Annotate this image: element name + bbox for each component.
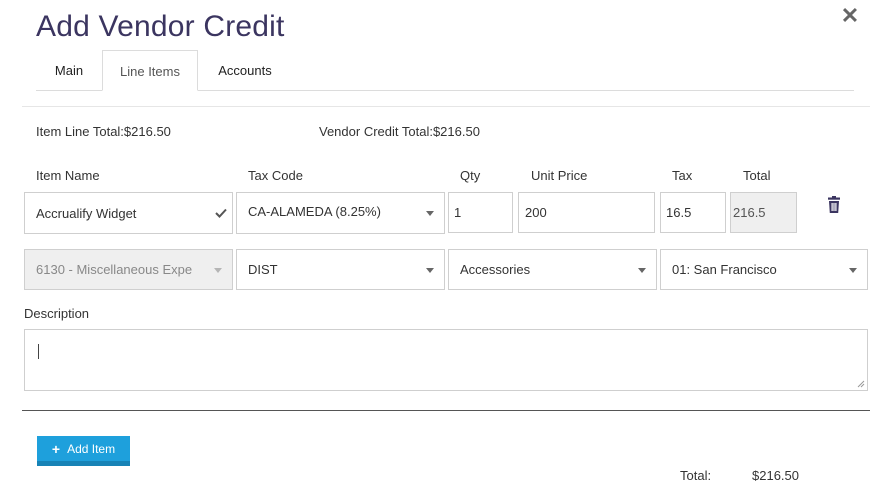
column-item-name: Item Name (36, 168, 100, 183)
resize-grip-icon[interactable] (857, 380, 865, 388)
chevron-down-icon (426, 211, 434, 216)
column-tax-code: Tax Code (248, 168, 303, 183)
check-icon (210, 193, 232, 233)
department-value: DIST (248, 262, 278, 277)
tax-value: 16.5 (666, 205, 692, 220)
chevron-down-icon (214, 267, 222, 273)
tax-code-select[interactable]: CA-ALAMEDA (8.25%) (236, 192, 445, 234)
total-field: 216.5 (730, 192, 797, 233)
vendor-credit-total: Vendor Credit Total:$216.50 (319, 124, 480, 139)
column-unit-price: Unit Price (531, 168, 588, 183)
add-item-label: Add Item (67, 441, 116, 456)
plus-icon: + (51, 440, 61, 457)
dialog-title: Add Vendor Credit (36, 10, 285, 43)
item-name-value: Accrualify Widget (36, 205, 137, 221)
footer-total-label: Total: (680, 468, 712, 483)
chevron-down-icon (849, 267, 857, 273)
description-textarea[interactable] (24, 329, 868, 391)
tax-code-value: CA-ALAMEDA (8.25%) (248, 204, 381, 219)
tab-main[interactable]: Main (37, 50, 101, 91)
column-tax: Tax (672, 168, 693, 183)
unit-price-value: 200 (525, 205, 547, 220)
category-select[interactable]: Accessories (448, 249, 657, 290)
department-select[interactable]: DIST (236, 249, 445, 290)
footer-divider (22, 410, 870, 411)
column-total: Total (743, 168, 771, 183)
text-cursor (38, 344, 39, 359)
close-icon[interactable]: ✕ (838, 4, 862, 28)
tab-line-items[interactable]: Line Items (102, 50, 198, 91)
qty-value: 1 (454, 205, 462, 220)
tab-accounts[interactable]: Accounts (200, 50, 290, 91)
footer-total-value: $216.50 (752, 468, 799, 483)
column-qty: Qty (460, 168, 481, 183)
chevron-down-icon (638, 267, 646, 273)
unit-price-input[interactable]: 200 (518, 192, 655, 233)
qty-input[interactable]: 1 (448, 192, 513, 233)
chevron-down-icon (426, 267, 434, 273)
tax-input[interactable]: 16.5 (660, 192, 726, 233)
location-select[interactable]: 01: San Francisco (660, 249, 868, 290)
trash-icon[interactable] (826, 196, 842, 216)
add-item-button[interactable]: + Add Item (37, 436, 130, 463)
total-value: 216.5 (733, 205, 766, 220)
item-name-select[interactable]: Accrualify Widget (24, 192, 233, 234)
category-value: Accessories (460, 262, 531, 277)
section-divider (22, 106, 870, 107)
item-line-total: Item Line Total:$216.50 (36, 124, 171, 139)
account-value: 6130 - Miscellaneous Expe (36, 262, 193, 277)
location-value: 01: San Francisco (672, 262, 777, 277)
account-select: 6130 - Miscellaneous Expe (24, 249, 233, 290)
description-label: Description (24, 306, 90, 321)
